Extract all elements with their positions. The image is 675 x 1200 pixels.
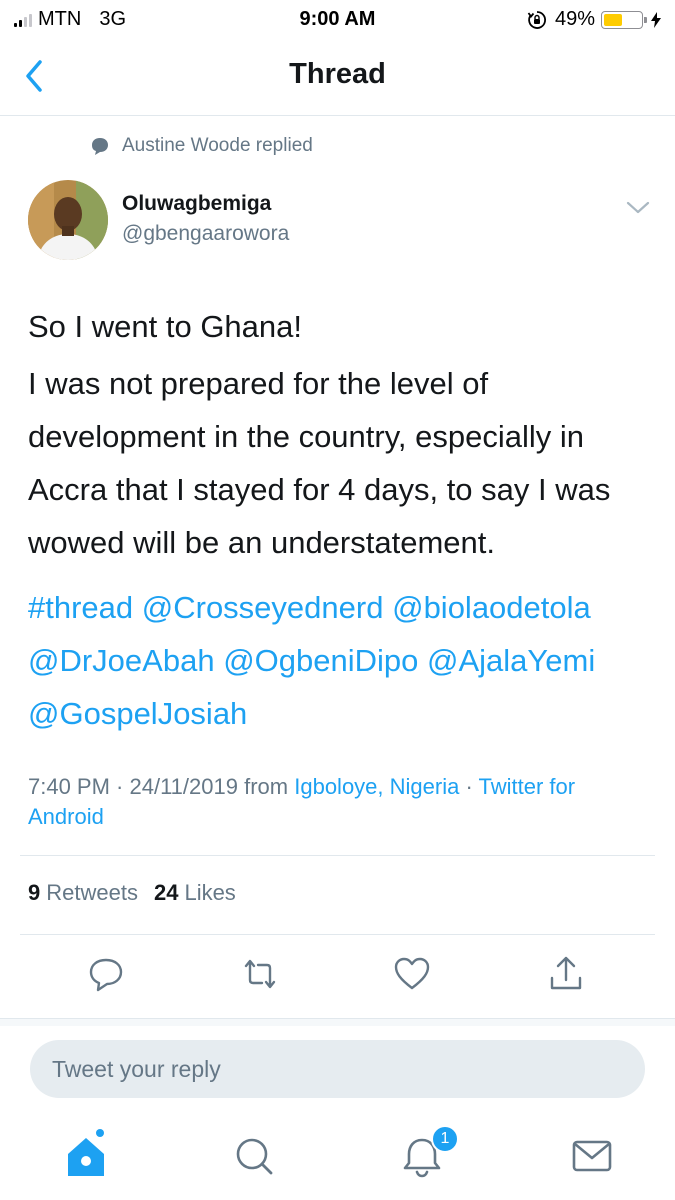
retweets-stat[interactable]: 9 Retweets: [28, 880, 138, 906]
battery-icon: [601, 10, 647, 29]
mention-link[interactable]: @OgbeniDipo: [223, 643, 418, 678]
speech-bubble-icon: [92, 138, 108, 155]
tweet-date: 24/11/2019: [129, 774, 238, 799]
tweet-text-line1: So I went to Ghana!: [28, 309, 303, 344]
tweet-actions: [0, 952, 675, 1002]
home-icon[interactable]: [64, 1132, 108, 1180]
mention-link[interactable]: @GospelJosiah: [28, 696, 247, 731]
orientation-lock-icon: [527, 10, 546, 29]
tweet-stats: 9 Retweets 24 Likes: [28, 880, 236, 906]
status-bar: MTN 3G 9:00 AM 49%: [0, 0, 675, 38]
section-separator: [0, 1018, 675, 1026]
charging-bolt-icon: [651, 11, 661, 28]
heart-icon[interactable]: [392, 952, 432, 996]
tweet-time: 7:40 PM: [28, 774, 110, 799]
from-label: from: [244, 774, 289, 799]
share-icon[interactable]: [546, 952, 586, 996]
reply-input[interactable]: [30, 1040, 645, 1098]
chevron-down-icon[interactable]: [624, 196, 652, 218]
battery-fill: [604, 13, 622, 26]
mention-link[interactable]: @DrJoeAbah: [28, 643, 215, 678]
page-title: Thread: [289, 58, 386, 90]
retweet-icon[interactable]: [240, 952, 280, 996]
battery-cap: [644, 16, 647, 23]
messages-icon[interactable]: [570, 1132, 614, 1180]
battery-percent: 49%: [554, 8, 595, 30]
mention-link[interactable]: @Crosseyednerd: [142, 590, 384, 625]
reply-context[interactable]: Austine Woode replied: [90, 135, 313, 157]
avatar-image: [28, 180, 108, 260]
status-right: 49%: [527, 8, 661, 31]
reply-context-label: Austine Woode replied: [122, 135, 313, 156]
home-unread-dot: [96, 1129, 104, 1137]
notifications-badge: 1: [431, 1125, 459, 1153]
likes-count: 24: [153, 880, 179, 905]
reply-icon[interactable]: [86, 952, 126, 996]
mention-link[interactable]: @AjalaYemi: [427, 643, 595, 678]
location-link[interactable]: Igboloye, Nigeria: [294, 774, 459, 799]
tweet-meta: 7:40 PM · 24/11/2019 from Igboloye, Nige…: [28, 774, 576, 829]
likes-stat[interactable]: 24 Likes: [154, 880, 236, 906]
avatar[interactable]: [28, 180, 108, 260]
nav-bar: Thread: [0, 38, 675, 116]
tweet-mentions: #thread @Crosseyednerd @biolaodetola @Dr…: [28, 581, 653, 740]
retweets-count: 9: [28, 880, 41, 905]
author-name[interactable]: Oluwagbemiga: [122, 192, 271, 216]
author-handle[interactable]: @gbengaarowora: [122, 222, 289, 246]
tweet-text-line2: I was not prepared for the level of deve…: [28, 366, 611, 560]
tab-bar: [0, 1112, 675, 1200]
tweet-text: So I went to Ghana! I was not prepared f…: [28, 300, 653, 740]
retweets-label: Retweets: [46, 880, 138, 905]
divider: [20, 855, 655, 856]
mention-link[interactable]: @biolaodetola: [392, 590, 591, 625]
search-icon[interactable]: [232, 1132, 276, 1180]
divider: [20, 934, 655, 935]
likes-label: Likes: [184, 880, 236, 905]
hashtag-link[interactable]: #thread: [28, 590, 133, 625]
